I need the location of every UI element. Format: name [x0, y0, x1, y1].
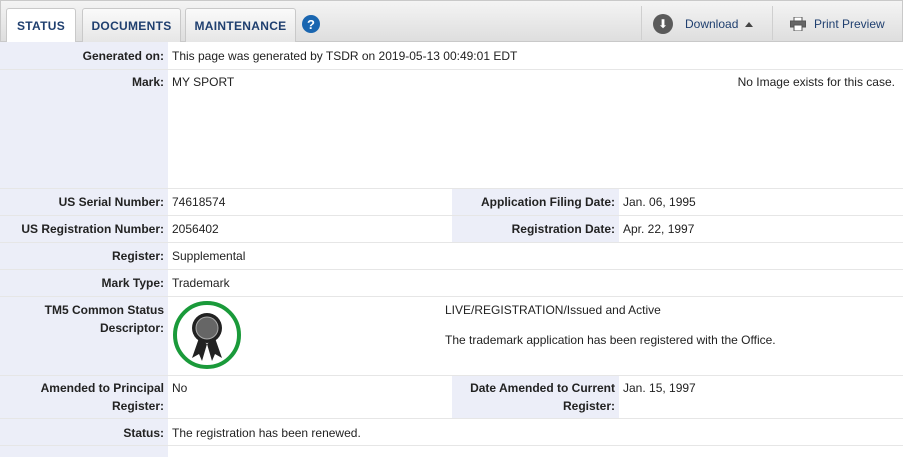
amended-current-label-line2: Register:	[562, 399, 615, 413]
row-generated-on: Generated on: This page was generated by…	[0, 42, 903, 70]
row-register: Register: Supplemental	[0, 243, 903, 270]
mark-label: Mark:	[131, 75, 164, 89]
register-value: Supplemental	[172, 249, 246, 263]
register-label: Register:	[111, 249, 164, 263]
generated-on-label: Generated on:	[82, 49, 164, 63]
mark-type-label: Mark Type:	[101, 276, 164, 290]
toolbar-divider	[772, 6, 773, 40]
help-icon[interactable]: ?	[302, 15, 320, 33]
download-button[interactable]: ⬇ Download	[645, 10, 765, 38]
filing-date-value: Jan. 06, 1995	[623, 195, 696, 209]
row-tm5: TM5 Common Status Descriptor: LIVE/REGIS…	[0, 297, 903, 376]
download-arrow-icon: ⬇	[653, 14, 673, 34]
status-label: Status:	[123, 426, 164, 440]
print-preview-button[interactable]: Print Preview	[790, 10, 895, 38]
tm5-label-line2: Descriptor:	[99, 321, 164, 335]
tm5-status-value: LIVE/REGISTRATION/Issued and Active	[445, 303, 661, 317]
row-serial: US Serial Number: 74618574 Application F…	[0, 189, 903, 216]
row-mark-type: Mark Type: Trademark	[0, 270, 903, 297]
download-label: Download	[685, 17, 739, 31]
print-preview-label: Print Preview	[814, 17, 885, 31]
mark-type-value: Trademark	[172, 276, 230, 290]
amended-current-label-line1: Date Amended to Current	[470, 381, 615, 395]
amended-principal-value: No	[172, 381, 188, 395]
registration-badge-icon	[172, 300, 242, 370]
registration-date-value: Apr. 22, 1997	[623, 222, 695, 236]
tm5-label-line1: TM5 Common Status	[44, 303, 164, 317]
registration-number-value: 2056402	[172, 222, 219, 236]
tm5-description: The trademark application has been regis…	[445, 333, 776, 347]
serial-value: 74618574	[172, 195, 226, 209]
mark-value: MY SPORT	[172, 75, 235, 89]
amended-current-value: Jan. 15, 1997	[623, 381, 696, 395]
row-status: Status: The registration has been renewe…	[0, 419, 903, 446]
tab-documents[interactable]: DOCUMENTS	[82, 8, 181, 42]
serial-label: US Serial Number:	[58, 195, 164, 209]
row-mark: Mark: MY SPORT No Image exists for this …	[0, 70, 903, 189]
generated-on-value: This page was generated by TSDR on 2019-…	[172, 49, 518, 63]
printer-icon	[790, 16, 806, 32]
amended-principal-label-line1: Amended to Principal	[40, 381, 164, 395]
registration-number-label: US Registration Number:	[21, 222, 164, 236]
row-amended: Amended to Principal Register: No Date A…	[0, 376, 903, 419]
amended-principal-label-line2: Register:	[111, 399, 164, 413]
filing-date-label: Application Filing Date:	[481, 195, 615, 209]
status-value: The registration has been renewed.	[172, 426, 361, 440]
tab-status[interactable]: STATUS	[6, 8, 76, 43]
no-image-note: No Image exists for this case.	[737, 75, 895, 89]
tab-maintenance[interactable]: MAINTENANCE	[185, 8, 296, 42]
toolbar-divider	[641, 6, 642, 40]
registration-date-label: Registration Date:	[511, 222, 615, 236]
caret-up-icon	[745, 21, 754, 27]
row-registration: US Registration Number: 2056402 Registra…	[0, 216, 903, 243]
